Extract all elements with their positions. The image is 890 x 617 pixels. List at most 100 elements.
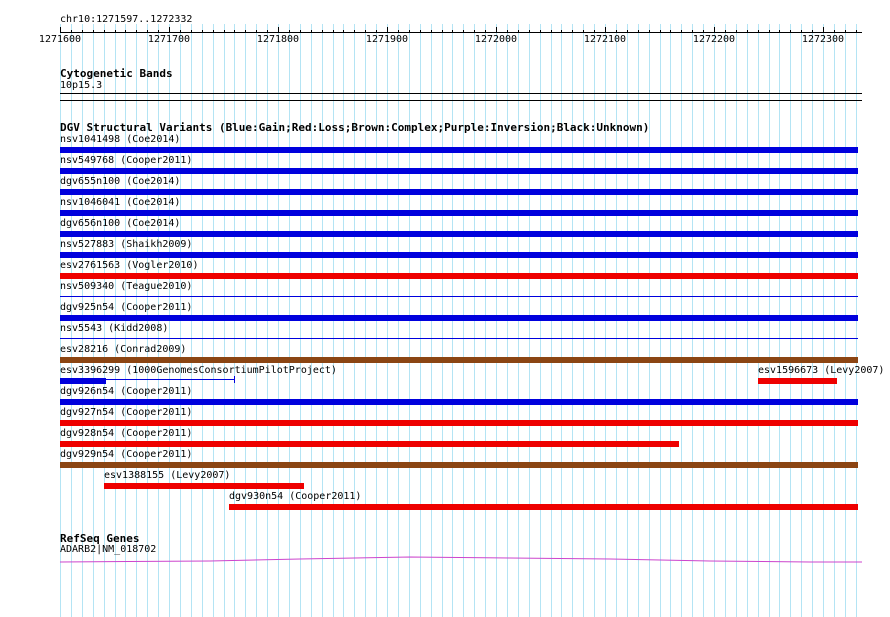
ruler-minor-tick (343, 30, 344, 33)
ruler-minor-tick (202, 30, 203, 33)
ruler-minor-tick (779, 30, 780, 33)
dgv-item-bar[interactable] (60, 338, 858, 339)
ruler-tick-label: 1272300 (801, 34, 845, 45)
ruler-minor-tick (627, 30, 628, 33)
ruler-minor-tick (136, 30, 137, 33)
ruler-tick (823, 27, 824, 33)
ruler-minor-tick (158, 30, 159, 33)
ruler-minor-tick (93, 30, 94, 33)
dgv-item-bar[interactable] (60, 399, 858, 405)
ruler-minor-tick (790, 30, 791, 33)
ruler-minor-tick (812, 30, 813, 33)
dgv-item-bar[interactable] (758, 378, 837, 384)
cytoband-track-title[interactable]: Cytogenetic Bands (60, 67, 173, 80)
dgv-item-bar[interactable] (60, 378, 106, 384)
ruler-minor-tick (322, 30, 323, 33)
ruler-tick-label: 1272000 (474, 34, 518, 45)
ruler-minor-tick (376, 30, 377, 33)
ruler-minor-tick (670, 30, 671, 33)
dgv-item-bar[interactable] (104, 483, 304, 489)
ruler-minor-tick (834, 30, 835, 33)
dgv-item-bar[interactable] (60, 252, 858, 258)
dgv-item-label[interactable]: nsv549768 (Cooper2011) (60, 155, 192, 167)
dgv-track-title[interactable]: DGV Structural Variants (Blue:Gain;Red:L… (60, 121, 649, 134)
ruler-minor-tick (409, 30, 410, 33)
ruler-tick (387, 27, 388, 33)
ruler-minor-tick (551, 30, 552, 33)
dgv-item-bar[interactable] (60, 273, 858, 279)
ruler-minor-tick (267, 30, 268, 33)
dgv-item-label[interactable]: dgv926n54 (Cooper2011) (60, 386, 192, 398)
dgv-item-bar[interactable] (60, 210, 858, 216)
ruler-minor-tick (354, 30, 355, 33)
dgv-item-bar[interactable] (60, 147, 858, 153)
dgv-item-label[interactable]: nsv1046041 (Coe2014) (60, 197, 180, 209)
ruler-minor-tick (289, 30, 290, 33)
ruler-minor-tick (507, 30, 508, 33)
ruler-minor-tick (452, 30, 453, 33)
ruler-minor-tick (649, 30, 650, 33)
ruler-tick (605, 27, 606, 33)
dgv-item-bar[interactable] (60, 231, 858, 237)
ruler-tick (278, 27, 279, 33)
dgv-item-label[interactable]: dgv930n54 (Cooper2011) (229, 491, 361, 503)
ruler-minor-tick (180, 30, 181, 33)
ruler-minor-tick (616, 30, 617, 33)
dgv-item-bar[interactable] (60, 168, 858, 174)
ruler-minor-tick (104, 30, 105, 33)
ruler-minor-tick (845, 30, 846, 33)
ruler-tick (169, 27, 170, 33)
ruler-minor-tick (540, 30, 541, 33)
dgv-item-bar[interactable] (60, 315, 858, 321)
ruler-minor-tick (747, 30, 748, 33)
ruler-minor-tick (256, 30, 257, 33)
dgv-item-label[interactable]: dgv655n100 (Coe2014) (60, 176, 180, 188)
dgv-item-label[interactable]: dgv656n100 (Coe2014) (60, 218, 180, 230)
ruler-minor-tick (638, 30, 639, 33)
refseq-gene-label[interactable]: ADARB2|NM_018702 (60, 544, 156, 556)
dgv-item-label[interactable]: dgv927n54 (Cooper2011) (60, 407, 192, 419)
ruler-tick (60, 27, 61, 33)
ruler-minor-tick (224, 30, 225, 33)
ruler-tick-label: 1271600 (38, 34, 82, 45)
dgv-item-label[interactable]: nsv509340 (Teague2010) (60, 281, 192, 293)
ruler-minor-tick (442, 30, 443, 33)
dgv-item-label[interactable]: nsv527883 (Shaikh2009) (60, 239, 192, 251)
dgv-item-label[interactable]: esv28216 (Conrad2009) (60, 344, 186, 356)
ruler-minor-tick (594, 30, 595, 33)
ruler-minor-tick (856, 30, 857, 33)
dgv-item-bar[interactable] (60, 357, 858, 363)
dgv-item-label[interactable]: esv1388155 (Levy2007) (104, 470, 230, 482)
ruler-minor-tick (660, 30, 661, 33)
ruler-minor-tick (692, 30, 693, 33)
ruler-minor-tick (703, 30, 704, 33)
dgv-item-label[interactable]: nsv1041498 (Coe2014) (60, 134, 180, 146)
dgv-item-label[interactable]: dgv928n54 (Cooper2011) (60, 428, 192, 440)
dgv-item-label[interactable]: esv3396299 (1000GenomesConsortiumPilotPr… (60, 365, 337, 377)
dgv-item-bar[interactable] (60, 441, 679, 447)
ruler-minor-tick (333, 30, 334, 33)
ruler-tick-label: 1272100 (583, 34, 627, 45)
dgv-item-bar[interactable] (229, 504, 858, 510)
dgv-item-extension-cap (234, 376, 235, 383)
dgv-item-label[interactable]: dgv925n54 (Cooper2011) (60, 302, 192, 314)
ruler-minor-tick (485, 30, 486, 33)
ruler-minor-tick (758, 30, 759, 33)
dgv-item-bar[interactable] (60, 462, 858, 468)
dgv-item-bar[interactable] (60, 420, 858, 426)
dgv-item-label[interactable]: esv1596673 (Levy2007) (758, 365, 884, 377)
dgv-item-label[interactable]: dgv929n54 (Cooper2011) (60, 449, 192, 461)
ruler-minor-tick (801, 30, 802, 33)
ruler-minor-tick (561, 30, 562, 33)
ruler-tick-label: 1272200 (692, 34, 736, 45)
ruler-minor-tick (736, 30, 737, 33)
dgv-item-bar[interactable] (60, 296, 858, 297)
ruler-tick (496, 27, 497, 33)
ruler-tick-label: 1271800 (256, 34, 300, 45)
ruler-minor-tick (365, 30, 366, 33)
dgv-item-extension[interactable] (106, 379, 234, 380)
dgv-item-bar[interactable] (60, 189, 858, 195)
ruler-minor-tick (681, 30, 682, 33)
dgv-item-label[interactable]: esv2761563 (Vogler2010) (60, 260, 198, 272)
dgv-item-label[interactable]: nsv5543 (Kidd2008) (60, 323, 168, 335)
